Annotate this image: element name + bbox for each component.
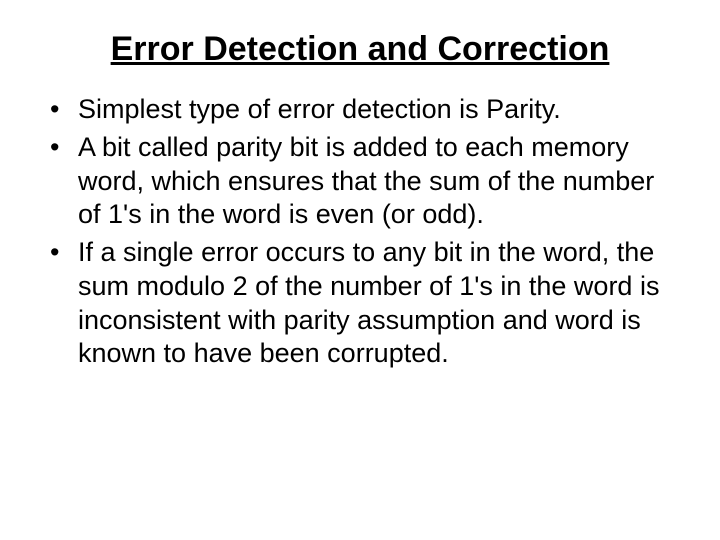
bullet-list: Simplest type of error detection is Pari… xyxy=(50,93,680,371)
list-item: A bit called parity bit is added to each… xyxy=(50,131,680,232)
list-item: If a single error occurs to any bit in t… xyxy=(50,236,680,371)
slide-title: Error Detection and Correction xyxy=(40,30,680,69)
list-item: Simplest type of error detection is Pari… xyxy=(50,93,680,127)
slide: Error Detection and Correction Simplest … xyxy=(0,0,720,540)
